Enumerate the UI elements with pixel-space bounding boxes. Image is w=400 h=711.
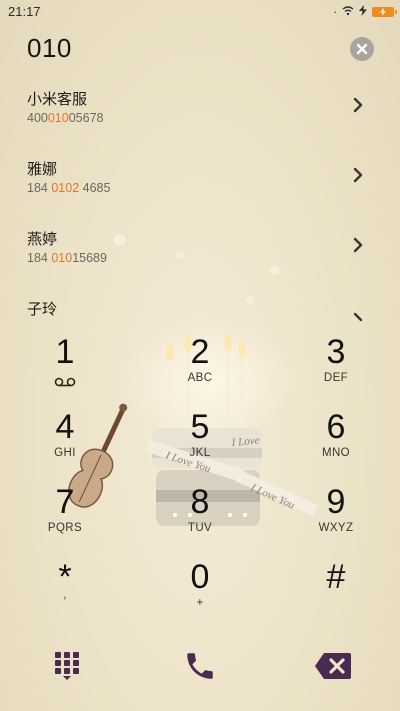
chevron-right-icon[interactable] [353,167,363,183]
dialer-bottom-bar [0,636,400,696]
key-letters: + [196,597,204,609]
key-2[interactable]: 2 ABC [145,330,255,400]
key-9[interactable]: 9 WXYZ [281,480,391,550]
contact-name: 小米客服 [27,90,88,108]
key-letters: , [63,589,67,601]
key-digit: 2 [190,333,210,371]
contact-number: 184 0102 4685 [27,181,111,195]
key-digit: 6 [326,408,346,446]
voicemail-icon [54,377,76,387]
key-hash[interactable]: # [281,555,391,625]
key-6[interactable]: 6 MNO [281,405,391,475]
dialed-number-display[interactable]: 010 [27,33,72,64]
key-digit: 9 [326,483,346,521]
key-3[interactable]: 3 DEF [281,330,391,400]
key-letters: DEF [323,372,349,384]
contact-number: 184 01015689 [27,251,107,265]
status-icons: · [333,5,397,19]
call-icon [187,653,213,679]
key-letters: MNO [321,447,351,459]
number-match-highlight: 010 [47,111,69,125]
key-letters: TUV [187,522,213,534]
contact-name: 燕婷 [27,230,58,248]
wifi-off-icon [342,5,354,19]
key-letters [281,597,391,611]
chevron-right-icon[interactable] [353,97,363,113]
key-star[interactable]: * , [10,555,120,625]
key-5[interactable]: 5 JKL [145,405,255,475]
key-digit: 3 [326,333,346,371]
contact-name: 雅娜 [27,160,58,178]
contact-item[interactable]: 小米客服 40001005678 [0,80,400,140]
clear-circle-icon [356,43,368,55]
key-digit: 7 [55,483,75,521]
key-digit: 5 [190,408,210,446]
key-1[interactable]: 1 [10,330,120,400]
signal-dots-icon: · [333,5,338,19]
contact-name: 子玲 [27,300,58,318]
key-digit: 8 [190,483,210,521]
key-digit: # [326,558,346,596]
key-digit: 4 [55,408,75,446]
key-letters: PQRS [47,522,83,534]
chevron-right-icon[interactable] [353,237,363,253]
dial-keypad: 1 2 ABC 3 DEF 4 GHI 5 JKL 6 MNO 7 PQRS 8… [0,330,400,630]
key-7[interactable]: 7 PQRS [10,480,120,550]
clear-number-button[interactable] [350,37,374,61]
key-8[interactable]: 8 TUV [145,480,255,550]
battery-icon [372,7,397,17]
call-button[interactable] [180,648,220,684]
number-match-highlight: 0102 [51,181,80,195]
status-bar: 21:17 · [0,0,400,24]
contact-item[interactable]: 燕婷 184 01015689 [0,220,400,280]
contact-number: 40001005678 [27,111,104,125]
status-time: 21:17 [8,4,41,19]
chevron-right-icon[interactable] [353,312,363,322]
backspace-icon [315,653,351,679]
key-letters: JKL [189,447,211,459]
key-letters: GHI [54,447,76,459]
charging-icon [359,5,367,19]
key-4[interactable]: 4 GHI [10,405,120,475]
key-0[interactable]: 0 + [145,555,255,625]
toggle-dialpad-button[interactable] [47,648,87,684]
key-letters: ABC [187,372,213,384]
backspace-button[interactable] [313,648,353,684]
number-match-highlight: 010 [51,251,73,265]
contact-item[interactable]: 雅娜 184 0102 4685 [0,150,400,210]
key-digit: 0 [190,558,210,596]
dialpad-icon [55,652,79,680]
key-letters: WXYZ [318,522,354,534]
key-digit: 1 [55,333,75,371]
